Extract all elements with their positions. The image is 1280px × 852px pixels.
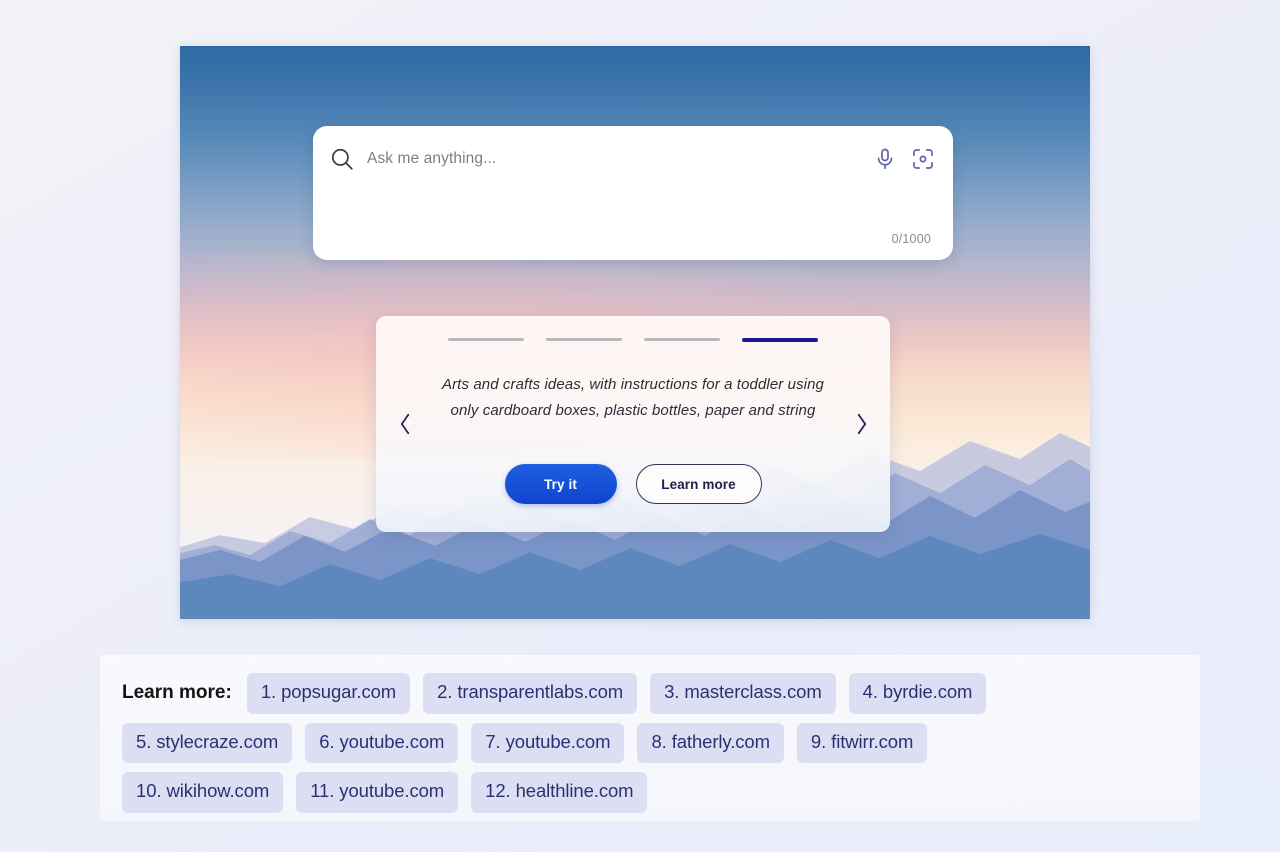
citation-chip[interactable]: 12. healthline.com [471, 772, 648, 813]
citation-chip[interactable]: 6. youtube.com [305, 722, 459, 763]
citation-chip[interactable]: 4. byrdie.com [848, 673, 987, 714]
carousel-progress-indicators [376, 338, 890, 342]
citation-chip[interactable]: 3. masterclass.com [650, 673, 836, 714]
citation-rows: Learn more: 1. popsugar.com 2. transparent… [122, 673, 1178, 813]
citation-chip[interactable]: 2. transparentlabs.com [423, 673, 638, 714]
search-icon [329, 146, 355, 172]
carousel-dot-1[interactable] [448, 338, 524, 341]
carousel-dot-4[interactable] [742, 338, 818, 342]
carousel-next-button[interactable] [848, 407, 874, 441]
citation-chip[interactable]: 11. youtube.com [296, 772, 459, 813]
citation-row: Learn more: 1. popsugar.com 2. transparent… [122, 673, 1178, 714]
search-input-row[interactable]: Ask me anything... [313, 138, 953, 180]
microphone-icon[interactable] [873, 147, 897, 171]
character-counter: 0/1000 [891, 232, 931, 246]
search-box[interactable]: Ask me anything... 0/1000 [313, 126, 953, 260]
citation-chip[interactable]: 8. fatherly.com [637, 722, 784, 763]
carousel-dot-2[interactable] [546, 338, 622, 341]
carousel-actions: Try it Learn more [376, 464, 890, 504]
search-actions [873, 147, 935, 171]
try-it-button[interactable]: Try it [504, 464, 617, 504]
visual-search-icon[interactable] [911, 147, 935, 171]
suggestion-text: Arts and crafts ideas, with instructions… [441, 376, 824, 419]
citation-chip[interactable]: 1. popsugar.com [246, 673, 411, 714]
citation-chip[interactable]: 5. stylecraze.com [122, 722, 293, 763]
citations-panel: Learn more: 1. popsugar.com 2. transparent… [100, 655, 1200, 821]
citation-chip[interactable]: 9. fitwirr.com [796, 722, 928, 763]
chevron-right-icon [854, 412, 869, 436]
mountain-layer-front [180, 522, 1090, 619]
hero-screenshot: Ask me anything... 0/1000 Arts and craft… [180, 46, 1090, 619]
suggestion-carousel: Arts and crafts ideas, with instructions… [376, 316, 890, 532]
carousel-dot-3[interactable] [644, 338, 720, 341]
carousel-prev-button[interactable] [392, 407, 418, 441]
citations-label: Learn more: [122, 682, 232, 704]
citation-row: 10. wikihow.com 11. youtube.com 12. health… [122, 772, 1178, 813]
chevron-left-icon [398, 412, 413, 436]
citation-row: 5. stylecraze.com 6. youtube.com 7. youtub… [122, 722, 1178, 763]
citation-chip[interactable]: 7. youtube.com [471, 722, 625, 763]
learn-more-button[interactable]: Learn more [635, 464, 762, 504]
search-input[interactable]: Ask me anything... [367, 150, 873, 168]
citation-chip[interactable]: 10. wikihow.com [122, 772, 284, 813]
